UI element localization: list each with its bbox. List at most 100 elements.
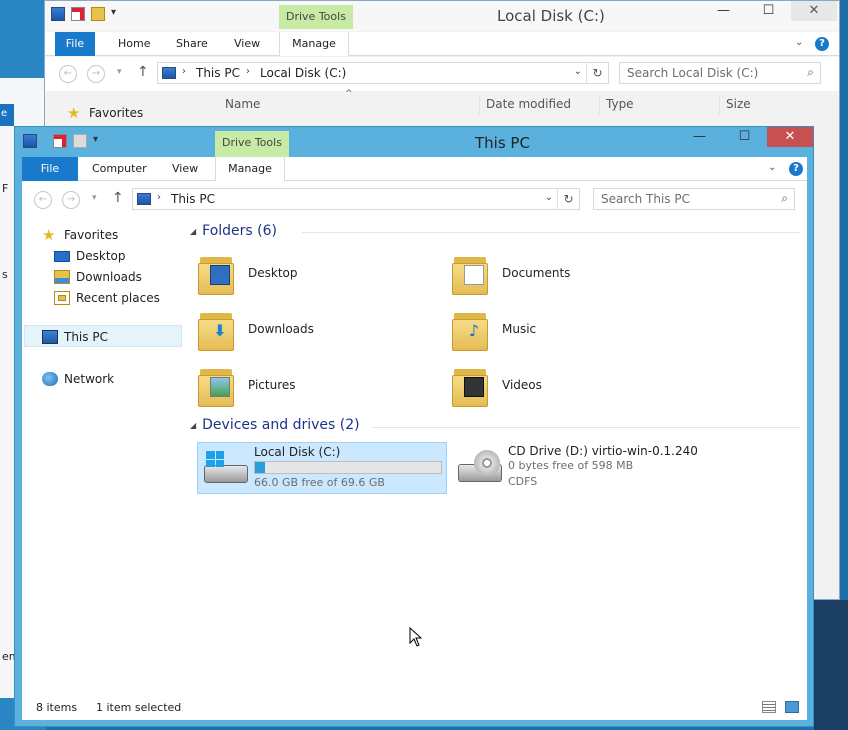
address-bar[interactable]: › This PC › Local Disk (C:) ⌄ ↻ (157, 62, 609, 84)
search-icon[interactable]: ⌕ (807, 65, 814, 80)
folder-documents[interactable]: Documents (452, 247, 570, 299)
folder-pictures[interactable]: Pictures (198, 359, 296, 411)
nav-downloads[interactable]: Downloads (54, 267, 142, 287)
breadcrumb-this-pc[interactable]: This PC (171, 192, 215, 206)
breadcrumb-separator[interactable]: › (246, 66, 250, 77)
breadcrumb-local-disk[interactable]: Local Disk (C:) (260, 66, 346, 80)
recent-locations-icon[interactable]: ▾ (92, 193, 97, 203)
address-bar[interactable]: › This PC ⌄ ↻ (132, 188, 580, 210)
new-folder-icon[interactable] (73, 134, 87, 148)
tab-file[interactable]: File (55, 32, 95, 56)
forward-button[interactable]: → (87, 65, 105, 83)
tab-home[interactable]: Home (118, 32, 150, 56)
drive-cd-d[interactable]: CD Drive (D:) virtio-win-0.1.240 0 bytes… (452, 442, 752, 494)
back-button[interactable]: ← (34, 191, 52, 209)
up-button[interactable]: ↑ (137, 64, 149, 80)
column-name[interactable]: Name (225, 97, 260, 111)
ribbon-expand-icon[interactable]: ⌄ (768, 162, 776, 173)
help-icon[interactable]: ? (789, 162, 803, 176)
window-title: This PC (475, 134, 530, 152)
title-bar[interactable]: ▾ Drive Tools Local Disk (C:) — ☐ ✕ (45, 1, 839, 31)
address-dropdown-icon[interactable]: ⌄ (545, 192, 553, 203)
help-icon[interactable]: ? (815, 37, 829, 51)
hard-drive-icon (204, 451, 248, 485)
folder-videos[interactable]: Videos (452, 359, 542, 411)
windows-logo-icon (206, 451, 224, 467)
recent-locations-icon[interactable]: ▾ (117, 67, 122, 77)
nav-favorites[interactable]: ★ Favorites (67, 103, 143, 123)
nav-recent-places[interactable]: Recent places (54, 288, 160, 308)
properties-icon[interactable] (53, 134, 67, 148)
column-divider[interactable] (479, 95, 480, 115)
group-title: Folders (6) (202, 223, 277, 239)
quick-access-toolbar: ▾ (51, 7, 125, 21)
breadcrumb-separator[interactable]: › (157, 192, 161, 203)
nav-label: Desktop (76, 249, 126, 263)
downloads-icon (54, 270, 70, 284)
computer-icon (137, 193, 151, 205)
tab-manage[interactable]: Manage (215, 157, 285, 181)
column-divider[interactable] (719, 95, 720, 115)
refresh-icon[interactable]: ↻ (586, 63, 608, 83)
ribbon-tabs: File Computer View Manage ⌄ ? (22, 157, 807, 181)
status-bar: 8 items 1 item selected (22, 694, 807, 720)
refresh-icon[interactable]: ↻ (557, 189, 579, 209)
close-button[interactable]: ✕ (767, 127, 813, 147)
folder-desktop[interactable]: Desktop (198, 247, 298, 299)
network-icon (42, 372, 58, 386)
address-dropdown-icon[interactable]: ⌄ (574, 66, 582, 77)
nav-label: This PC (64, 330, 108, 344)
tab-manage[interactable]: Manage (279, 32, 349, 56)
customize-qat-icon[interactable]: ▾ (93, 134, 107, 148)
maximize-button[interactable]: ☐ (722, 127, 767, 147)
back-button[interactable]: ← (59, 65, 77, 83)
column-date-modified[interactable]: Date modified (486, 97, 571, 111)
drive-free-space: 0 bytes free of 598 MB (508, 459, 634, 472)
breadcrumb-this-pc[interactable]: This PC (196, 66, 240, 80)
folder-music[interactable]: ♪ Music (452, 303, 536, 355)
folder-downloads[interactable]: ⬇ Downloads (198, 303, 314, 355)
new-folder-icon[interactable] (91, 7, 105, 21)
forward-button[interactable]: → (62, 191, 80, 209)
tab-file[interactable]: File (22, 157, 78, 181)
nav-favorites[interactable]: ★ Favorites (42, 225, 118, 245)
close-button[interactable]: ✕ (791, 1, 837, 21)
tab-computer[interactable]: Computer (92, 157, 147, 181)
ribbon-tabs: File Home Share View Manage ⌄ ? (45, 32, 839, 56)
minimize-button[interactable]: — (701, 1, 746, 21)
star-icon: ★ (42, 226, 56, 244)
navigation-bar: ← → ▾ ↑ › This PC › Local Disk (C:) ⌄ ↻ … (45, 57, 839, 91)
maximize-button[interactable]: ☐ (746, 1, 791, 21)
sort-ascending-icon: ^ (345, 89, 353, 99)
customize-qat-icon[interactable]: ▾ (111, 7, 125, 21)
search-box[interactable]: Search This PC ⌕ (593, 188, 795, 210)
nav-network[interactable]: Network (42, 369, 114, 389)
drive-local-disk-c[interactable]: Local Disk (C:) 66.0 GB free of 69.6 GB (197, 442, 447, 494)
computer-icon (42, 330, 58, 344)
up-button[interactable]: ↑ (112, 190, 124, 206)
search-icon[interactable]: ⌕ (781, 191, 788, 206)
search-box[interactable]: Search Local Disk (C:) ⌕ (619, 62, 821, 84)
large-icons-view-icon[interactable] (785, 701, 799, 713)
nav-this-pc[interactable]: This PC (42, 327, 108, 347)
window-title: Local Disk (C:) (497, 7, 605, 25)
title-bar[interactable]: ▾ Drive Tools This PC — ☐ ✕ (15, 127, 813, 157)
tab-view[interactable]: View (172, 157, 198, 181)
ribbon-expand-icon[interactable]: ⌄ (795, 37, 803, 48)
collapse-triangle-icon[interactable]: ◢ (190, 421, 196, 430)
tab-share[interactable]: Share (176, 32, 208, 56)
nav-desktop[interactable]: Desktop (54, 246, 126, 266)
search-placeholder: Search Local Disk (C:) (627, 66, 759, 80)
column-type[interactable]: Type (606, 97, 634, 111)
folders-group-header[interactable]: ◢ Folders (6) (190, 223, 277, 239)
details-view-icon[interactable] (762, 701, 776, 713)
collapse-triangle-icon[interactable]: ◢ (190, 227, 196, 236)
column-size[interactable]: Size (726, 97, 751, 111)
computer-icon (162, 67, 176, 79)
properties-icon[interactable] (71, 7, 85, 21)
devices-group-header[interactable]: ◢ Devices and drives (2) (190, 417, 360, 433)
tab-view[interactable]: View (234, 32, 260, 56)
breadcrumb-separator[interactable]: › (182, 66, 186, 77)
minimize-button[interactable]: — (677, 127, 722, 147)
column-divider[interactable] (599, 95, 600, 115)
